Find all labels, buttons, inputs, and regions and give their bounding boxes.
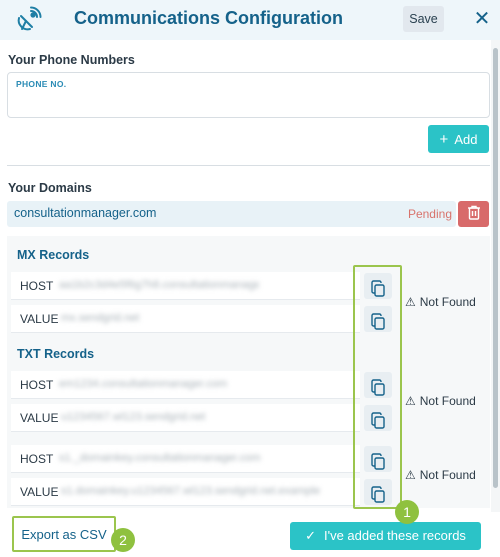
txt2-status: ⚠ Not Found [405,468,476,482]
value-label: VALUE [20,411,59,425]
phone-field-label: PHONE NO. [16,79,67,89]
txt2-status-text: Not Found [419,468,476,482]
domain-status-badge: Pending [407,207,452,221]
mx-host-row: HOST aa1b2c3d4e5f6g7h8.consultationmanag… [11,272,360,300]
section-divider [7,165,490,166]
plus-icon: + [439,130,449,148]
phone-number-field[interactable]: PHONE NO. [7,72,490,118]
txt1-host-row: HOST em1234.consultationmanager.com [11,371,360,399]
mx-records-heading: MX Records [17,248,90,262]
txt1-value-row: VALUE u1234567.wl123.sendgrid.net [11,404,360,432]
mx-status-text: Not Found [419,295,476,309]
delete-domain-button[interactable] [458,201,489,227]
satellite-dish-icon [17,6,42,31]
txt1-value-value: u1234567.wl123.sendgrid.net [61,411,206,423]
dialog-header: Communications Configuration Save ✕ [0,0,500,40]
txt-records-heading: TXT Records [17,347,95,361]
domain-item[interactable]: consultationmanager.com Pending [7,201,456,227]
host-label: HOST [20,452,54,466]
add-button-label: Add [454,131,478,147]
mx-host-value: aa1b2c3d4e5f6g7h8.consultationmanager.co… [59,279,259,291]
value-label: VALUE [20,312,59,326]
warning-icon: ⚠ [405,394,416,408]
txt1-status-text: Not Found [419,394,476,408]
mx-value-value: mx.sendgrid.net [61,312,140,324]
warning-icon: ⚠ [405,468,416,482]
domains-heading: Your Domains [8,181,92,195]
mx-value-row: VALUE mx.sendgrid.net [11,305,360,333]
phone-numbers-heading: Your Phone Numbers [8,53,135,67]
txt1-status: ⚠ Not Found [405,394,476,408]
close-icon[interactable]: ✕ [470,7,494,31]
txt2-value-value: s1.domainkey.u1234567.wl123.sendgrid.net… [61,485,321,497]
txt2-host-row: HOST s1._domainkey.consultationmanager.c… [11,445,360,473]
dialog-title: Communications Configuration [74,8,343,28]
copy-buttons-highlight [353,265,402,509]
domain-name: consultationmanager.com [14,206,157,220]
value-label: VALUE [20,485,59,499]
txt2-host-value: s1._domainkey.consultationmanager.com [59,452,261,464]
save-button[interactable]: Save [403,6,444,32]
scrollbar-thumb[interactable] [493,48,498,488]
trash-icon [467,205,480,220]
confirm-records-button[interactable]: ✓ I've added these records [290,522,481,550]
confirm-button-label: I've added these records [323,528,466,543]
mx-status: ⚠ Not Found [405,295,476,309]
step-badge-2: 2 [111,528,135,552]
step-badge-1: 1 [395,500,419,524]
warning-icon: ⚠ [405,295,416,309]
add-phone-button[interactable]: + Add [428,125,489,153]
host-label: HOST [20,378,54,392]
txt2-value-row: VALUE s1.domainkey.u1234567.wl123.sendgr… [11,478,360,506]
txt1-host-value: em1234.consultationmanager.com [59,378,228,390]
export-csv-button[interactable]: Export as CSV [12,516,116,552]
check-icon: ✓ [305,528,316,543]
host-label: HOST [20,279,54,293]
